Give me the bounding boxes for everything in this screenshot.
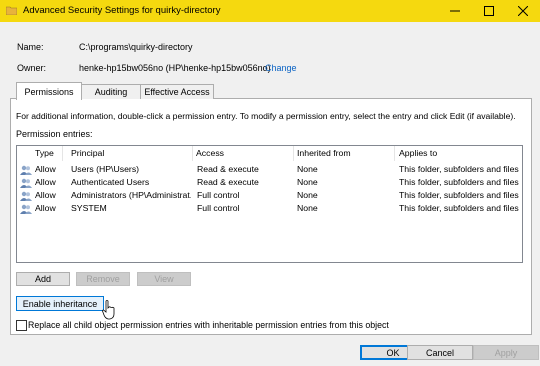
minimize-button[interactable] <box>438 0 472 22</box>
instructions-text: For additional information, double-click… <box>16 111 516 121</box>
table-row[interactable]: Allow Authenticated Users Read & execute… <box>17 176 522 189</box>
tab-effective-access[interactable]: Effective Access <box>140 84 214 99</box>
table-row[interactable]: Allow Administrators (HP\Administrat... … <box>17 189 522 202</box>
apply-button[interactable]: Apply <box>473 345 539 360</box>
users-icon <box>20 191 32 201</box>
replace-child-permissions-label: Replace all child object permission entr… <box>28 320 389 330</box>
name-label: Name: <box>17 42 44 52</box>
name-value: C:\programs\quirky-directory <box>79 42 193 52</box>
window-title: Advanced Security Settings for quirky-di… <box>23 5 221 16</box>
folder-icon <box>6 6 17 15</box>
owner-value: henke-hp15bw056no (HP\henke-hp15bw056no) <box>79 63 271 73</box>
maximize-button[interactable] <box>472 0 506 22</box>
tab-permissions[interactable]: Permissions <box>16 82 82 100</box>
hand-cursor-icon <box>102 300 115 320</box>
minimize-icon <box>450 10 460 12</box>
permission-entries-label: Permission entries: <box>16 129 93 139</box>
maximize-icon <box>484 6 494 16</box>
add-button[interactable]: Add <box>16 272 70 286</box>
close-icon <box>518 6 528 16</box>
table-row[interactable]: Allow Users (HP\Users) Read & execute No… <box>17 163 522 176</box>
change-owner-link[interactable]: Change <box>265 63 297 73</box>
title-bar: Advanced Security Settings for quirky-di… <box>0 0 540 22</box>
remove-button[interactable]: Remove <box>76 272 130 286</box>
users-icon <box>20 204 32 214</box>
enable-inheritance-button[interactable]: Enable inheritance <box>16 296 104 311</box>
users-icon <box>20 165 32 175</box>
column-header-principal[interactable]: Principal <box>63 146 193 161</box>
close-button[interactable] <box>506 0 540 22</box>
users-icon <box>20 178 32 188</box>
tab-auditing[interactable]: Auditing <box>80 84 142 99</box>
replace-child-permissions-checkbox[interactable] <box>16 320 27 331</box>
column-header-applies-to[interactable]: Applies to <box>395 146 522 161</box>
table-row[interactable]: Allow SYSTEM Full control None This fold… <box>17 202 522 215</box>
column-header-access[interactable]: Access <box>193 146 294 161</box>
cancel-button[interactable]: Cancel <box>407 345 473 360</box>
permission-entries-list[interactable]: Type Principal Access Inherited from App… <box>16 145 523 263</box>
column-header-type[interactable]: Type <box>17 146 63 161</box>
owner-label: Owner: <box>17 63 47 73</box>
view-button[interactable]: View <box>137 272 191 286</box>
column-header-inherited-from[interactable]: Inherited from <box>294 146 395 161</box>
